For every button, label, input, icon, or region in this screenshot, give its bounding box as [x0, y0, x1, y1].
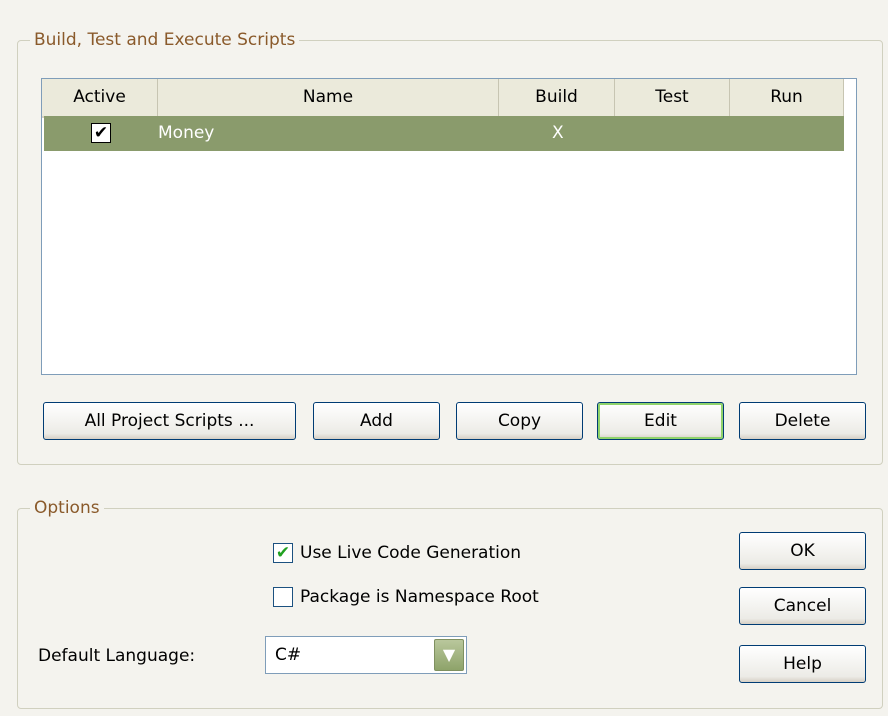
- add-button[interactable]: Add: [313, 402, 440, 440]
- options-group-title: Options: [30, 495, 104, 521]
- column-header-name[interactable]: Name: [158, 79, 499, 116]
- scripts-dialog: Build, Test and Execute Scripts Active N…: [0, 0, 888, 716]
- help-button[interactable]: Help: [739, 645, 866, 683]
- copy-button[interactable]: Copy: [456, 402, 583, 440]
- scripts-list-header: Active Name Build Test Run: [42, 79, 844, 118]
- table-row[interactable]: ✔ Money X: [44, 116, 844, 151]
- namespace-root-label: Package is Namespace Root: [300, 587, 539, 607]
- delete-button[interactable]: Delete: [739, 402, 866, 440]
- row-active-checkbox[interactable]: ✔: [91, 123, 111, 143]
- row-build-cell: X: [552, 123, 564, 143]
- column-header-run[interactable]: Run: [730, 79, 844, 116]
- default-language-select[interactable]: C# ▼: [265, 636, 467, 674]
- default-language-label: Default Language:: [38, 646, 196, 666]
- column-header-build[interactable]: Build: [499, 79, 615, 116]
- ok-button[interactable]: OK: [739, 532, 866, 570]
- namespace-root-checkbox[interactable]: [273, 587, 293, 607]
- chevron-down-icon[interactable]: ▼: [434, 639, 464, 671]
- cancel-button[interactable]: Cancel: [739, 587, 866, 625]
- live-code-checkbox[interactable]: ✔: [273, 543, 293, 563]
- scripts-list[interactable]: Active Name Build Test Run ✔ Money X: [41, 78, 857, 375]
- default-language-value: C#: [275, 645, 302, 665]
- edit-button[interactable]: Edit: [597, 402, 724, 440]
- all-project-scripts-button[interactable]: All Project Scripts ...: [43, 402, 296, 440]
- row-name-cell: Money: [158, 123, 215, 143]
- build-scripts-group-title: Build, Test and Execute Scripts: [30, 27, 300, 53]
- live-code-label: Use Live Code Generation: [300, 543, 522, 563]
- column-header-test[interactable]: Test: [615, 79, 730, 116]
- column-header-active[interactable]: Active: [42, 79, 158, 116]
